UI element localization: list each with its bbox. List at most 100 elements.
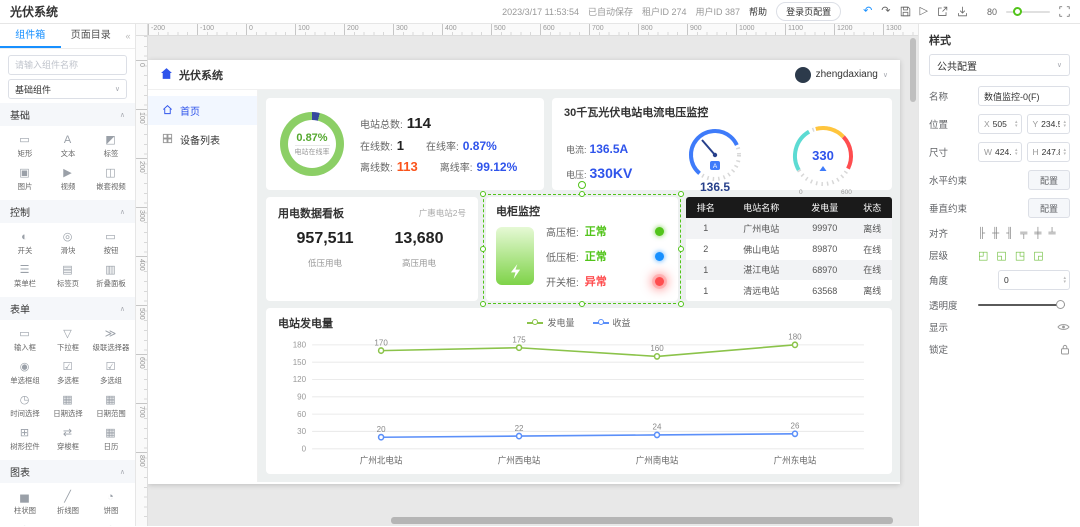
zoom-value[interactable]: 80 — [987, 7, 997, 17]
selection-handle[interactable] — [480, 246, 486, 252]
name-input[interactable] — [978, 86, 1070, 106]
selection-handle[interactable] — [480, 301, 486, 307]
canvas-horizontal-scrollbar[interactable] — [148, 517, 908, 524]
component-item[interactable]: ▅ 柱状图 — [3, 486, 46, 519]
component-item[interactable]: ▥ 折叠面板 — [89, 259, 132, 292]
component-item[interactable]: ☑ 多选组 — [89, 356, 132, 389]
component-item[interactable]: ◩ 标签 — [89, 129, 132, 162]
voltage-monitor-card[interactable]: 30千瓦光伏电站电流电压监控 电流: 136.5A 电压: 330KV A 13… — [552, 98, 892, 196]
preview-icon[interactable]: ▷ — [920, 6, 928, 17]
artboard[interactable]: 光伏系统 zhengdaxiang ∨ 首页 设备列表 0.87% 电站在线率 … — [148, 60, 900, 484]
component-item[interactable]: ╱ 折线图 — [46, 486, 89, 519]
component-item[interactable]: ◷ 时间选择 — [3, 389, 46, 422]
y-input[interactable]: Y234.535▴▾ — [1026, 114, 1070, 134]
fullscreen-icon[interactable] — [1059, 6, 1070, 17]
component-item[interactable]: ▭ 输入框 — [3, 323, 46, 356]
tab-page-directory[interactable]: 页面目录 — [61, 24, 122, 48]
component-category-select[interactable]: 基础组件 ∨ — [8, 79, 127, 99]
section-header-form[interactable]: 表单 ∧ — [0, 297, 135, 320]
component-item[interactable]: ▦ 日历 — [89, 422, 132, 455]
power-data-card[interactable]: 用电数据看板 广惠电站2号 957,511 低压用电 13,680 高压用电 — [266, 197, 478, 301]
component-item[interactable]: A 文本 — [46, 129, 89, 162]
vertical-constraint-config-button[interactable]: 配置 — [1027, 198, 1070, 218]
save-icon[interactable] — [900, 6, 911, 17]
cabinet-monitor-card[interactable]: 电柜监控 高压柜: 正常 低压柜: 正常 开关柜: 异常 — [486, 197, 678, 301]
user-menu[interactable]: zhengdaxiang ∨ — [794, 66, 888, 83]
component-item[interactable]: ☑ 多选框 — [46, 356, 89, 389]
angle-input[interactable]: 0 ▴ ▾ — [998, 270, 1070, 290]
opacity-slider-knob[interactable] — [1056, 300, 1065, 309]
component-item[interactable]: ☰ 菜单栏 — [3, 259, 46, 292]
align-right-icon[interactable]: ╢ — [1006, 228, 1013, 239]
component-item[interactable]: ⇄ 穿梭框 — [46, 422, 89, 455]
selection-handle[interactable] — [579, 301, 585, 307]
selection-handle[interactable] — [678, 246, 684, 252]
component-item[interactable]: ◐ 开关 — [3, 226, 46, 259]
component-item[interactable]: ▶ 视频 — [46, 162, 89, 195]
zoom-slider[interactable] — [1006, 7, 1050, 16]
selected-component[interactable]: 电柜监控 高压柜: 正常 低压柜: 正常 开关柜: 异常 — [480, 181, 684, 307]
rotate-handle[interactable] — [578, 181, 586, 189]
nav-item-home[interactable]: 首页 — [148, 96, 257, 125]
lock-toggle-icon[interactable] — [1060, 344, 1070, 355]
scrollbar-thumb[interactable] — [910, 38, 916, 102]
design-canvas[interactable]: -200 -100 0 100 200 300 400 500 600 700 800 900 1000… — [136, 24, 918, 526]
component-item[interactable]: ▤ 标签页 — [46, 259, 89, 292]
send-to-back-icon[interactable]: ◱ — [996, 249, 1006, 262]
section-header-control[interactable]: 控制 ∧ — [0, 200, 135, 223]
nav-item-device-list[interactable]: 设备列表 — [148, 125, 257, 154]
canvas-vertical-scrollbar[interactable] — [910, 38, 916, 514]
component-item[interactable]: ▣ 图片 — [3, 162, 46, 195]
component-item[interactable]: ◠基础仪表盘 — [3, 519, 46, 526]
component-item[interactable]: ≫ 级联选择器 — [89, 323, 132, 356]
help-link[interactable]: 帮助 — [749, 5, 767, 18]
collapse-sidebar-icon[interactable]: « — [121, 31, 135, 41]
component-search-input[interactable] — [8, 55, 127, 75]
redo-icon[interactable]: ↷ — [881, 6, 890, 17]
station-ranking-table[interactable]: 排名 电站名称 发电量 状态 1 广州电站 99970 离线 2 佛山电站 89870 在线 — [686, 197, 892, 301]
bring-to-front-icon[interactable]: ◰ — [978, 249, 988, 262]
component-item[interactable]: ▭ 矩形 — [3, 129, 46, 162]
component-item[interactable]: ◫ 嵌套视频 — [89, 162, 132, 195]
undo-icon[interactable]: ↶ — [863, 6, 872, 17]
station-stats-card[interactable]: 0.87% 电站在线率 电站总数:114 在线数:1 在线率:0.87% — [266, 98, 544, 190]
component-item[interactable]: ▭ 按钮 — [89, 226, 132, 259]
width-input[interactable]: W424.999▴▾ — [978, 142, 1022, 162]
scrollbar-thumb[interactable] — [391, 517, 893, 524]
move-down-icon[interactable]: ◲ — [1033, 249, 1043, 262]
share-icon[interactable] — [937, 6, 948, 17]
component-item[interactable]: ▦ 日期选择 — [46, 389, 89, 422]
align-left-icon[interactable]: ╟ — [978, 228, 985, 239]
common-config-select[interactable]: 公共配置 ∨ — [929, 54, 1070, 76]
visibility-toggle-icon[interactable] — [1057, 322, 1070, 332]
component-item[interactable]: ◕速度表 — [46, 519, 89, 527]
move-up-icon[interactable]: ◳ — [1015, 249, 1025, 262]
align-top-icon[interactable]: ╤ — [1020, 228, 1027, 239]
align-center-vertical-icon[interactable]: ╪ — [1034, 228, 1041, 239]
selection-handle[interactable] — [579, 191, 585, 197]
selection-handle[interactable] — [678, 301, 684, 307]
selection-handle[interactable] — [678, 191, 684, 197]
height-input[interactable]: H247.832▴▾ — [1026, 142, 1070, 162]
section-header-basic[interactable]: 基础 ∧ — [0, 103, 135, 126]
component-item[interactable]: ⊞ 树形控件 — [3, 422, 46, 455]
component-item[interactable]: ◎气压表 — [89, 519, 132, 526]
login-page-config-button[interactable]: 登录页配置 — [776, 2, 842, 21]
x-input[interactable]: X 505 ▴ ▾ — [978, 114, 1022, 134]
component-icon: ◐ — [21, 230, 28, 243]
component-item[interactable]: ▽ 下拉框 — [46, 323, 89, 356]
align-center-horizontal-icon[interactable]: ╫ — [992, 228, 999, 239]
horizontal-constraint-config-button[interactable]: 配置 — [1027, 170, 1070, 190]
section-header-chart[interactable]: 图表 ∧ — [0, 460, 135, 483]
component-item[interactable]: ▦ 日期范围 — [89, 389, 132, 422]
power-generation-chart-card[interactable]: 电站发电量 发电量 收益 0 30 60 90 120 150 180 广州北电站 广州西电站广… — [266, 308, 892, 474]
component-item[interactable]: ◔ 饼图 — [89, 486, 132, 519]
align-bottom-icon[interactable]: ╧ — [1048, 228, 1055, 239]
component-item[interactable]: ◎ 滑块 — [46, 226, 89, 259]
export-icon[interactable] — [957, 6, 968, 17]
opacity-slider[interactable] — [978, 300, 1065, 309]
selection-handle[interactable] — [480, 191, 486, 197]
zoom-slider-knob[interactable] — [1013, 7, 1022, 16]
component-item[interactable]: ◉ 单选框组 — [3, 356, 46, 389]
tab-component-box[interactable]: 组件箱 — [0, 24, 61, 48]
